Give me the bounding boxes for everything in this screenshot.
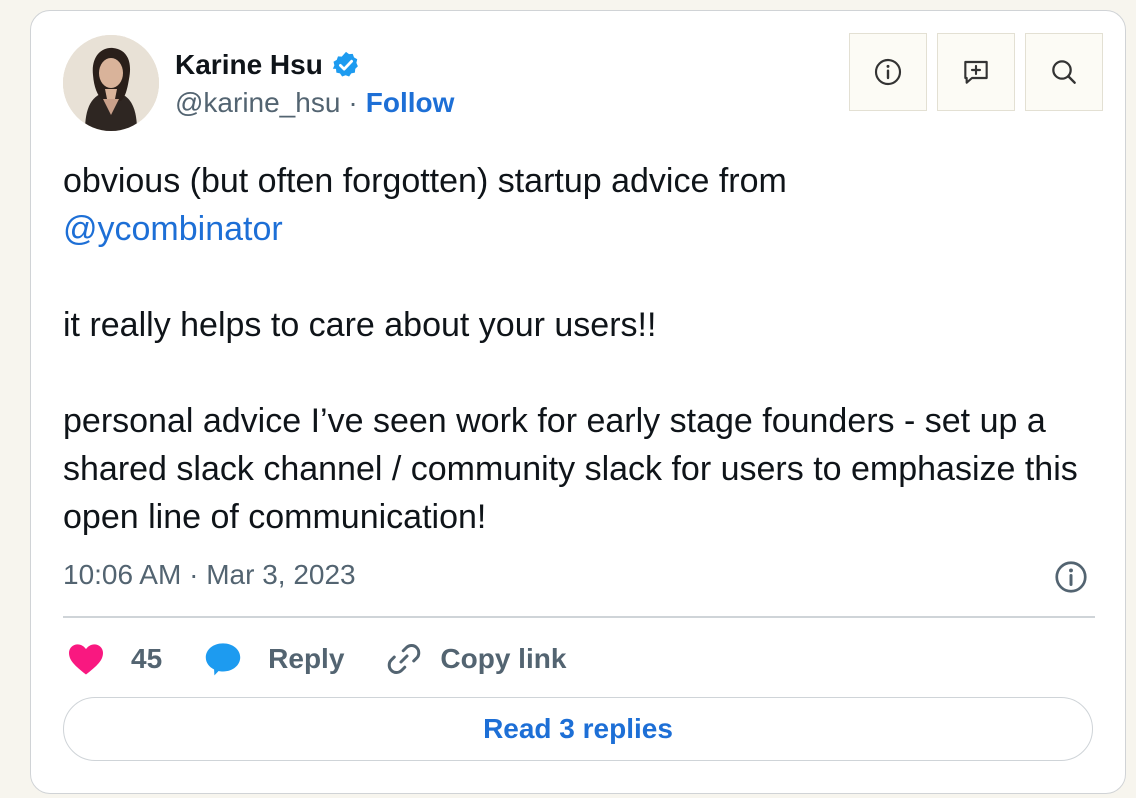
- search-icon: [1052, 60, 1076, 84]
- verified-badge-icon: [331, 50, 361, 80]
- read-replies-button[interactable]: Read 3 replies: [63, 697, 1093, 761]
- tweet-card: Karine Hsu @karine_hsu · Follow obvious …: [30, 10, 1126, 794]
- tweet-paragraph-2: it really helps to care about your users…: [63, 306, 657, 344]
- like-button[interactable]: 45: [67, 642, 162, 676]
- tweet-paragraph-3: personal advice I’ve seen work for early…: [63, 402, 1078, 536]
- add-comment-icon: [964, 60, 988, 84]
- timestamp-time[interactable]: 10:06 AM: [63, 559, 181, 590]
- link-icon: [388, 644, 421, 674]
- handle-separator: ·: [348, 87, 358, 118]
- reply-button[interactable]: Reply: [204, 641, 344, 677]
- author-handle[interactable]: @karine_hsu: [175, 87, 340, 119]
- info-icon: [1055, 561, 1087, 593]
- tweet-paragraph-1: obvious (but often forgotten) startup ad…: [63, 157, 1093, 253]
- avatar-photo: [63, 35, 159, 131]
- author-name-text[interactable]: Karine Hsu: [175, 49, 323, 81]
- timestamp-date[interactable]: Mar 3, 2023: [206, 559, 355, 590]
- search-button[interactable]: [1025, 33, 1103, 111]
- heart-icon: [69, 644, 103, 675]
- action-bar: 45 Reply Copy link: [67, 637, 608, 681]
- timestamp[interactable]: 10:06 AM · Mar 3, 2023: [63, 559, 356, 591]
- follow-button[interactable]: Follow: [366, 87, 455, 119]
- reply-bubble-icon: [205, 643, 241, 676]
- author-name[interactable]: Karine Hsu: [175, 49, 361, 81]
- copy-link-button[interactable]: Copy link: [386, 641, 566, 677]
- handle-row: @karine_hsu · Follow: [175, 87, 454, 119]
- info-icon: [874, 58, 902, 86]
- copy-link-label: Copy link: [440, 643, 567, 674]
- reply-label: Reply: [268, 643, 345, 674]
- tweet-line-1: obvious (but often forgotten) startup ad…: [63, 162, 787, 200]
- avatar[interactable]: [63, 35, 159, 131]
- tweet-info-button[interactable]: [1053, 559, 1089, 595]
- add-comment-button[interactable]: [937, 33, 1015, 111]
- tweet-text: obvious (but often forgotten) startup ad…: [63, 157, 1093, 541]
- timestamp-separator: ·: [189, 559, 199, 590]
- like-count: 45: [131, 643, 163, 674]
- divider: [63, 616, 1095, 618]
- mention-link[interactable]: @ycombinator: [63, 210, 283, 248]
- info-button[interactable]: [849, 33, 927, 111]
